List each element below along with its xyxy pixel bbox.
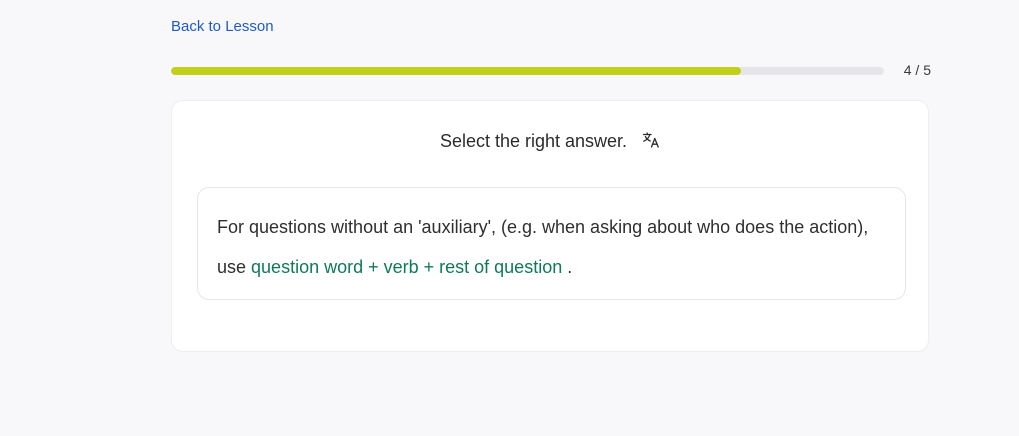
question-card: Select the right answer. For questions w… — [171, 100, 929, 352]
progress-counter: 4 / 5 — [903, 62, 931, 78]
explanation-highlight: question word + verb + rest of question — [251, 257, 563, 277]
progress-bar-fill — [171, 67, 742, 75]
explanation-end: . — [562, 257, 573, 277]
explanation-box: For questions without an 'auxiliary', (e… — [197, 187, 906, 300]
translate-icon[interactable] — [642, 131, 660, 149]
back-to-lesson-link[interactable]: Back to Lesson — [171, 17, 274, 36]
question-instruction: Select the right answer. — [439, 131, 628, 151]
progress-bar — [171, 67, 884, 75]
progress-row: 4 / 5 — [171, 60, 931, 80]
question-header: Select the right answer. — [172, 130, 928, 152]
